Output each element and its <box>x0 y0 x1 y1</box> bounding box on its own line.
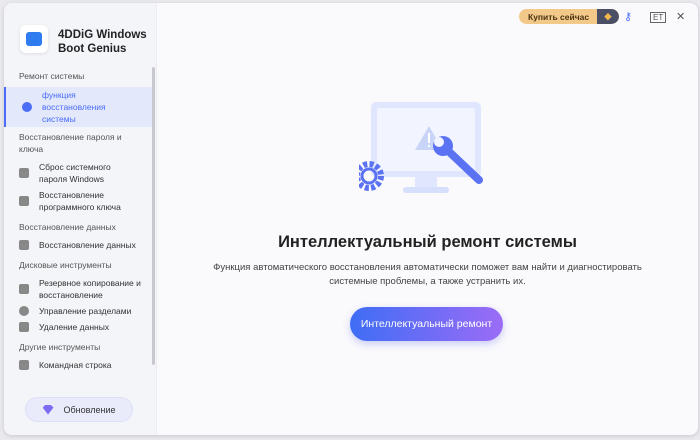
repair-illustration <box>359 102 483 193</box>
sidebar-item-password-reset[interactable]: Сброс системного пароля Windows <box>4 159 154 187</box>
app-logo <box>20 25 48 53</box>
trash-icon <box>19 322 29 332</box>
sidebar: 4DDiG Windows Boot Genius Ремонт системы… <box>4 3 157 435</box>
feedback-icon[interactable]: ET <box>650 12 667 23</box>
key-doc-icon <box>19 196 29 206</box>
sidebar-item-system-repair[interactable]: функция восстановления системы <box>4 87 154 127</box>
section-title: Восстановление данных <box>19 222 116 232</box>
sidebar-item-data-recovery[interactable]: Восстановление данных <box>4 237 154 253</box>
sidebar-item-label: Восстановление данных <box>39 240 136 250</box>
sidebar-item-label: Удаление данных <box>39 322 110 332</box>
sidebar-item-label: Восстановление программного ключа <box>39 190 121 212</box>
terminal-icon <box>19 360 29 370</box>
diamond-icon <box>42 404 54 415</box>
section-title: Другие инструменты <box>19 342 101 352</box>
sidebar-item-label: Управление разделами <box>39 306 132 316</box>
update-label: Обновление <box>63 404 116 415</box>
sidebar-item-key-recovery[interactable]: Восстановление программного ключа <box>4 187 154 215</box>
app-name: 4DDiG Windows Boot Genius <box>58 29 147 55</box>
sidebar-item-label: Сброс системного пароля Windows <box>39 162 111 184</box>
sidebar-item-backup[interactable]: Резервное копирование и восстановление <box>4 275 154 303</box>
sidebar-scrollbar[interactable] <box>152 67 155 365</box>
pie-icon <box>19 306 29 316</box>
lock-icon <box>19 168 29 178</box>
sidebar-item-partitions[interactable]: Управление разделами <box>4 303 154 319</box>
page-title: Интеллектуальный ремонт системы <box>278 233 577 251</box>
buy-now-button[interactable]: Купить сейчас ◆ <box>519 9 619 24</box>
section-title: Дисковые инструменты <box>19 260 112 270</box>
sidebar-item-label: Резервное копирование и восстановление <box>39 278 141 300</box>
sidebar-item-cmd[interactable]: Командная строка <box>4 357 154 373</box>
close-icon[interactable]: ✕ <box>676 10 685 23</box>
buy-now-label: Купить сейчас <box>528 11 590 22</box>
folder-icon <box>19 284 29 294</box>
sidebar-nav: Ремонт системы функция восстановления си… <box>4 66 154 373</box>
update-button[interactable]: Обновление <box>25 397 133 422</box>
key-icon[interactable]: ⚷ <box>624 10 632 23</box>
page-description: Функция автоматического восстановления а… <box>213 262 642 287</box>
section-title: Ремонт системы <box>19 71 85 81</box>
sidebar-item-label: Командная строка <box>39 360 112 370</box>
section-title: Восстановление пароля и ключа <box>19 132 122 154</box>
sidebar-item-label: функция восстановления системы <box>42 90 106 124</box>
smart-repair-button[interactable]: Интеллектуальный ремонт <box>350 307 503 341</box>
sidebar-item-data-wipe[interactable]: Удаление данных <box>4 319 154 335</box>
diamond-icon: ◆ <box>597 9 619 24</box>
wrench-icon <box>22 102 32 112</box>
chart-icon <box>19 240 29 250</box>
app-window: 4DDiG Windows Boot Genius Ремонт системы… <box>4 3 698 435</box>
